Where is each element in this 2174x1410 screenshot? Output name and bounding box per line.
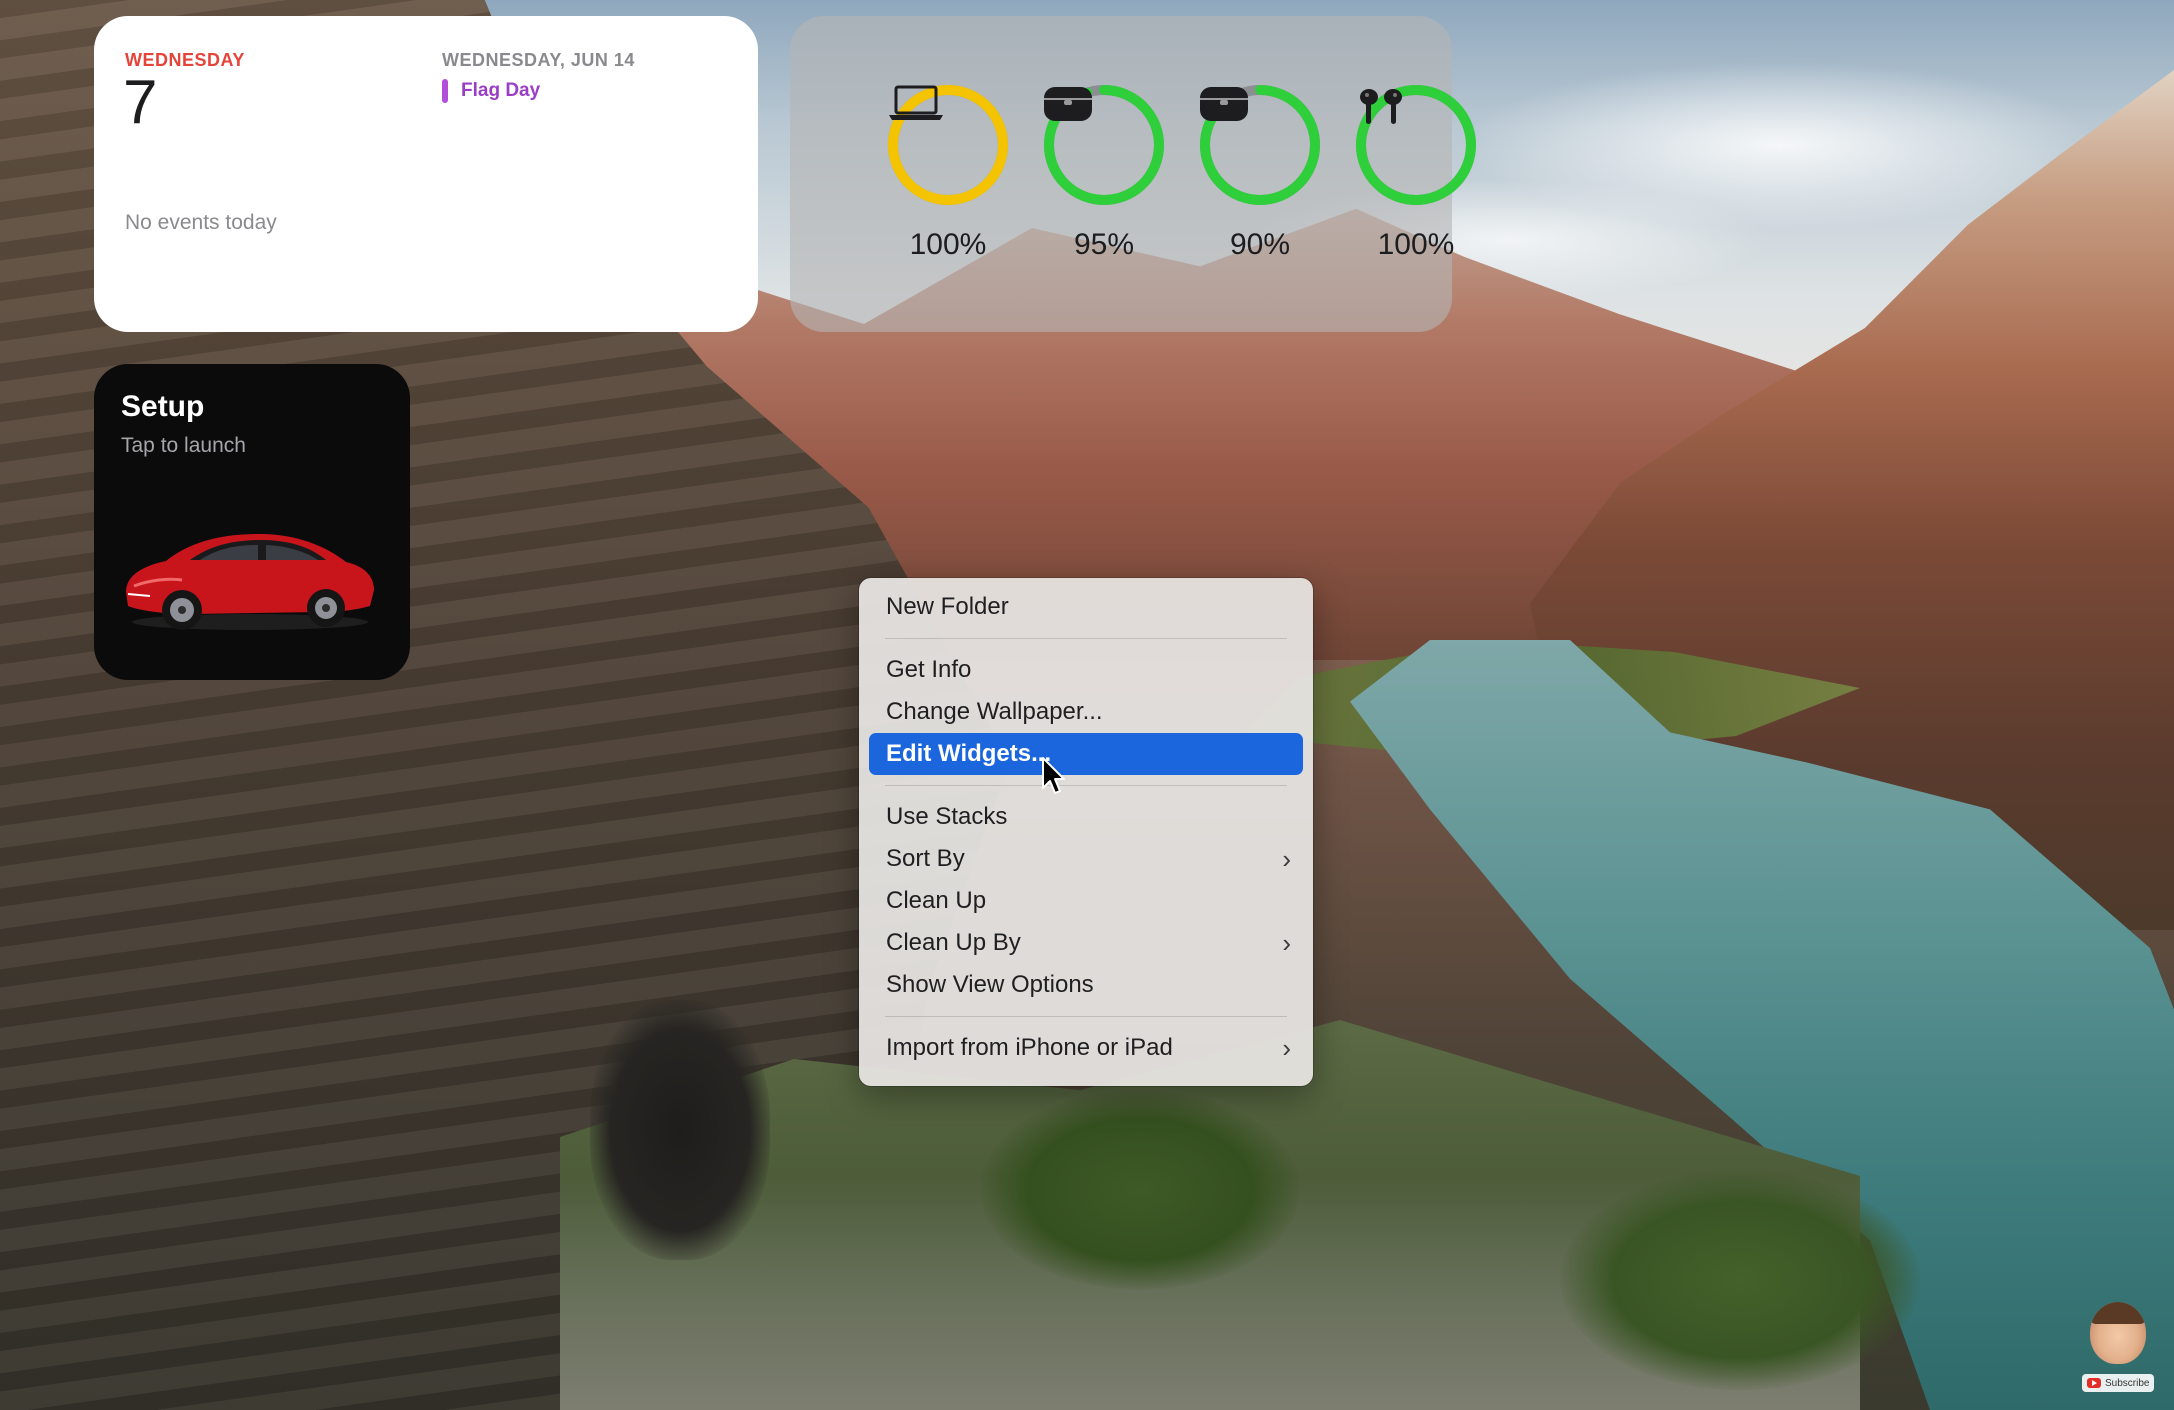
subscribe-button[interactable]: Subscribe: [2082, 1374, 2155, 1392]
menu-item-get-info[interactable]: Get Info: [869, 649, 1303, 691]
wallpaper-rock: [590, 1000, 770, 1260]
channel-avatar[interactable]: [2090, 1302, 2146, 1364]
menu-separator: [885, 1016, 1287, 1017]
youtube-play-icon: [2087, 1378, 2101, 1388]
chevron-right-icon: ›: [1282, 1032, 1291, 1063]
battery-ring: [1043, 84, 1165, 206]
battery-ring: [1199, 84, 1321, 206]
menu-item-sort-by[interactable]: Sort By ›: [869, 838, 1303, 880]
earbuds-case-icon: [1199, 84, 1321, 206]
avatar-hair: [2090, 1302, 2146, 1324]
battery-percent: 100%: [1377, 228, 1455, 261]
menu-item-label: Show View Options: [886, 971, 1094, 998]
calendar-event-color-bar: [442, 79, 448, 103]
subscribe-label: Subscribe: [2105, 1377, 2150, 1389]
menu-item-label: New Folder: [886, 593, 1009, 620]
menu-item-use-stacks[interactable]: Use Stacks: [869, 796, 1303, 838]
battery-item-airpods: 100%: [1351, 84, 1481, 262]
chevron-right-icon: ›: [1282, 927, 1291, 958]
setup-widget-subtitle: Tap to launch: [121, 434, 246, 457]
menu-item-label: Use Stacks: [886, 803, 1008, 830]
battery-ring: [887, 84, 1009, 206]
red-car-icon: [120, 514, 380, 639]
battery-item-case: 95%: [1039, 84, 1169, 262]
setup-widget[interactable]: Setup Tap to launch: [94, 364, 410, 680]
calendar-date-number: 7: [123, 68, 158, 137]
calendar-event[interactable]: Flag Day: [442, 78, 540, 104]
calendar-widget[interactable]: WEDNESDAY 7 No events today WEDNESDAY, J…: [94, 16, 758, 332]
airpods-icon: [1355, 84, 1477, 206]
batteries-widget[interactable]: 100% 95% 90% 100%: [790, 16, 1476, 332]
menu-item-import-from-iphone[interactable]: Import from iPhone or iPad ›: [869, 1027, 1303, 1069]
calendar-upcoming-date: WEDNESDAY, JUN 14: [442, 50, 635, 70]
menu-item-label: Edit Widgets...: [886, 740, 1052, 767]
setup-widget-title: Setup: [121, 390, 205, 423]
battery-percent: 90%: [1229, 228, 1291, 261]
wallpaper-bush: [1560, 1170, 1920, 1390]
menu-item-label: Sort By: [886, 845, 965, 872]
menu-item-clean-up[interactable]: Clean Up: [869, 880, 1303, 922]
desktop-context-menu[interactable]: New Folder Get Info Change Wallpaper... …: [859, 578, 1313, 1086]
menu-item-label: Import from iPhone or iPad: [886, 1034, 1173, 1061]
menu-item-new-folder[interactable]: New Folder: [869, 586, 1303, 628]
menu-item-label: Change Wallpaper...: [886, 698, 1103, 725]
menu-item-label: Get Info: [886, 656, 972, 683]
menu-separator: [885, 785, 1287, 786]
mouse-pointer-icon: [1041, 756, 1067, 796]
laptop-icon: [887, 84, 1009, 206]
battery-item-case: 90%: [1195, 84, 1325, 262]
calendar-event-title: Flag Day: [461, 80, 541, 101]
battery-percent: 95%: [1073, 228, 1135, 261]
wallpaper-bush: [980, 1090, 1300, 1290]
menu-item-edit-widgets[interactable]: Edit Widgets...: [869, 733, 1303, 775]
earbuds-case-icon: [1043, 84, 1165, 206]
menu-item-label: Clean Up: [886, 887, 987, 914]
battery-item-laptop: 100%: [883, 84, 1013, 262]
menu-item-show-view-options[interactable]: Show View Options: [869, 964, 1303, 1006]
battery-ring: [1355, 84, 1477, 206]
calendar-no-events: No events today: [125, 211, 277, 234]
battery-percent: 100%: [909, 228, 987, 261]
menu-item-clean-up-by[interactable]: Clean Up By ›: [869, 922, 1303, 964]
chevron-right-icon: ›: [1282, 843, 1291, 874]
menu-item-label: Clean Up By: [886, 929, 1021, 956]
menu-item-change-wallpaper[interactable]: Change Wallpaper...: [869, 691, 1303, 733]
menu-separator: [885, 638, 1287, 639]
